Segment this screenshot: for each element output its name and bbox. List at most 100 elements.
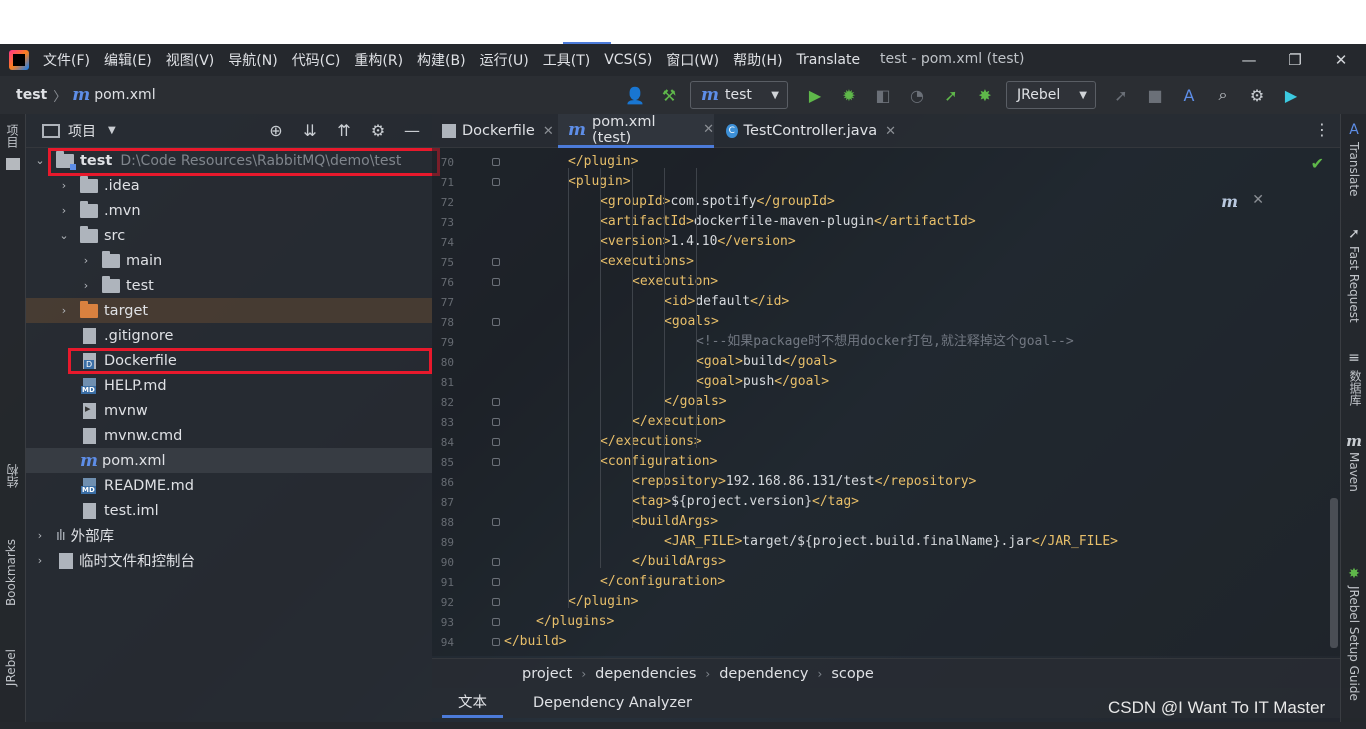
fold-marker-icon[interactable] [492, 158, 500, 166]
tab-dockerfile[interactable]: Dockerfile ✕ [432, 114, 556, 148]
tab-pom-xml[interactable]: m pom.xml (test) ✕ [558, 114, 714, 148]
translate-icon[interactable]: A [1176, 82, 1202, 108]
tree-item-test-src[interactable]: › test [26, 273, 432, 298]
debug-icon[interactable]: ✹ [836, 82, 862, 108]
fold-marker-icon[interactable] [492, 618, 500, 626]
tab-text[interactable]: 文本 [442, 688, 503, 718]
locate-file-icon[interactable]: ⊕ [264, 120, 288, 142]
chevron-right-icon[interactable]: › [80, 279, 92, 292]
code-line[interactable]: <goal>push</goal> [696, 372, 1340, 392]
fold-marker-icon[interactable] [492, 438, 500, 446]
chevron-right-icon[interactable]: › [58, 179, 70, 192]
breadcrumb-project[interactable]: test [16, 87, 47, 103]
maven-reload-icon[interactable]: m [1221, 192, 1238, 211]
code-editor[interactable]: 70 71 72 73 74 75 76 77 78 79 80 81 82 83 84 85 86 87 88 89… [432, 148, 1340, 656]
code-line[interactable]: <JAR_FILE>target/${project.build.finalNa… [664, 532, 1340, 552]
chevron-down-icon[interactable]: ⌄ [58, 229, 70, 242]
close-icon[interactable]: ✕ [885, 124, 896, 139]
fold-marker-icon[interactable] [492, 458, 500, 466]
coverage-icon[interactable]: ◧ [870, 82, 896, 108]
jrebel-tool-label[interactable]: JRebel [4, 649, 18, 686]
tab-dependency-analyzer[interactable]: Dependency Analyzer [533, 688, 692, 718]
hide-panel-icon[interactable]: — [400, 120, 424, 142]
menu-code[interactable]: 代码(C) [292, 50, 341, 70]
code-line[interactable]: <id>default</id> [664, 292, 1340, 312]
structure-tool-label[interactable]: 结构 [4, 464, 21, 488]
minimize-button[interactable]: — [1226, 48, 1272, 72]
collapse-all-icon[interactable]: ⇈ [332, 120, 356, 142]
code-line[interactable]: </plugin> [568, 592, 1340, 612]
code-line[interactable]: <buildArgs> [632, 512, 1340, 532]
search-icon[interactable]: ⌕ [1210, 82, 1236, 108]
gear-icon[interactable]: ⚙ [1244, 82, 1270, 108]
code-line[interactable]: </execution> [632, 412, 1340, 432]
chevron-right-icon[interactable]: › [58, 304, 70, 317]
code-line[interactable]: </plugins> [536, 612, 1340, 632]
tree-item-mvn[interactable]: › .mvn [26, 198, 432, 223]
tree-item-mvnw-cmd[interactable]: mvnw.cmd [26, 423, 432, 448]
chevron-down-icon[interactable]: ▼ [108, 125, 116, 136]
fold-marker-icon[interactable] [492, 598, 500, 606]
tree-item-help-md[interactable]: HELP.md [26, 373, 432, 398]
tree-item-dockerfile[interactable]: Dockerfile [26, 348, 432, 373]
code-line[interactable]: <artifactId>dockerfile-maven-plugin</art… [600, 212, 1340, 232]
translate-tool-label[interactable]: Translate [1347, 142, 1361, 197]
code-line[interactable]: </buildArgs> [632, 552, 1340, 572]
code-line[interactable]: <goal>build</goal> [696, 352, 1340, 372]
code-line[interactable]: <plugin> [568, 172, 1340, 192]
menu-build[interactable]: 构建(B) [417, 50, 466, 70]
close-button[interactable]: ✕ [1318, 48, 1364, 72]
maven-tool-label[interactable]: Maven [1347, 452, 1361, 492]
menu-run[interactable]: 运行(U) [480, 50, 529, 70]
inspection-ok-icon[interactable]: ✔ [1311, 154, 1324, 173]
menu-view[interactable]: 视图(V) [166, 50, 215, 70]
chevron-down-icon[interactable]: ⌄ [34, 154, 46, 167]
breadcrumb-project[interactable]: project [522, 666, 572, 682]
jrebel-sync-icon[interactable]: ➚ [1108, 82, 1134, 108]
fold-marker-icon[interactable] [492, 578, 500, 586]
chevron-right-icon[interactable]: › [34, 529, 46, 542]
breadcrumb-scope[interactable]: scope [831, 666, 874, 682]
fast-request-tool-label[interactable]: Fast Request [1347, 246, 1361, 323]
tree-item-idea[interactable]: › .idea [26, 173, 432, 198]
code-line[interactable]: <!--如果package时不想用docker打包,就注释掉这个goal--> [696, 332, 1340, 352]
more-options-icon[interactable]: ⋮ [1314, 120, 1330, 139]
restore-button[interactable]: ❐ [1272, 48, 1318, 72]
tree-item-target[interactable]: › target [26, 298, 432, 323]
menu-file[interactable]: 文件(F) [43, 50, 90, 70]
user-icon[interactable]: 👤 [622, 82, 648, 108]
tree-item-pom-xml[interactable]: m pom.xml [26, 448, 432, 473]
project-panel-title[interactable]: 项目 [68, 121, 96, 141]
jrebel-run-icon[interactable]: ➚ [938, 82, 964, 108]
code-line[interactable]: <tag>${project.version}</tag> [632, 492, 1340, 512]
intellij-logo-icon[interactable] [9, 50, 29, 70]
profiler-icon[interactable]: ◔ [904, 82, 930, 108]
vertical-scrollbar[interactable] [1330, 498, 1338, 648]
bookmarks-tool-label[interactable]: Bookmarks [4, 539, 18, 606]
code-line[interactable]: <executions> [600, 252, 1340, 272]
breadcrumb-dependency[interactable]: dependency [719, 666, 808, 682]
project-tool-label[interactable]: 项目 [4, 124, 21, 148]
fold-marker-icon[interactable] [492, 258, 500, 266]
build-hammer-icon[interactable]: ⚒ [656, 82, 682, 108]
code-line[interactable]: </build> [504, 632, 1324, 652]
menu-navigate[interactable]: 导航(N) [228, 50, 277, 70]
chevron-right-icon[interactable]: › [58, 204, 70, 217]
tab-testcontroller[interactable]: C TestController.java ✕ [716, 114, 896, 148]
breadcrumb-file[interactable]: pom.xml [94, 87, 155, 103]
tree-item-external-libraries[interactable]: › ılı 外部库 [26, 523, 432, 548]
fold-marker-icon[interactable] [492, 638, 500, 646]
jrebel-guide-tool-label[interactable]: JRebel Setup Guide [1347, 586, 1361, 701]
breadcrumb-dependencies[interactable]: dependencies [595, 666, 696, 682]
code-line[interactable]: </executions> [600, 432, 1340, 452]
menu-edit[interactable]: 编辑(E) [104, 50, 152, 70]
stop-icon[interactable]: ■ [1142, 82, 1168, 108]
run-icon[interactable]: ▶ [802, 82, 828, 108]
project-tool-icon[interactable] [6, 158, 20, 170]
fold-marker-icon[interactable] [492, 178, 500, 186]
fold-marker-icon[interactable] [492, 278, 500, 286]
menu-refactor[interactable]: 重构(R) [354, 50, 403, 70]
jrebel-debug-icon[interactable]: ✸ [972, 82, 998, 108]
fold-marker-icon[interactable] [492, 318, 500, 326]
tree-item-test-iml[interactable]: test.iml [26, 498, 432, 523]
